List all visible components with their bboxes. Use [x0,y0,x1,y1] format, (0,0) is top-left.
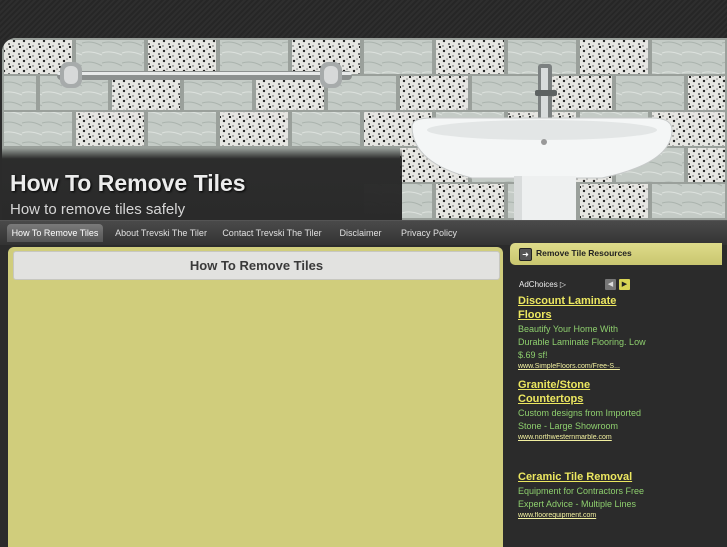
ad-unit: Discount Laminate Floors Beautify Your H… [518,294,648,370]
ad-url-link[interactable]: www.floorequipment.com [518,512,648,519]
adchoices-link[interactable]: AdChoices ▷ [519,280,566,289]
nav-item-about[interactable]: About Trevski The Tiler [110,224,212,242]
ad-description: Custom designs from Imported Stone - Lar… [518,408,642,431]
site-title[interactable]: How To Remove Tiles [10,170,246,197]
adchoices-label: AdChoices [519,280,558,289]
ad-title-link[interactable]: Discount Laminate Floors [518,294,648,322]
page-background [0,0,727,40]
nav-item-contact[interactable]: Contact Trevski The Tiler [219,224,325,242]
ad-url-link[interactable]: www.SimpleFloors.com/Free-S... [518,363,648,370]
ad-unit: Ceramic Tile Removal Equipment for Contr… [518,470,648,519]
ad-prev-button[interactable]: ◀ [605,279,616,290]
ad-unit: Granite/Stone Countertops Custom designs… [518,378,648,441]
nav-item-disclaimer[interactable]: Disclaimer [333,224,388,242]
ad-title-link[interactable]: Ceramic Tile Removal [518,470,648,484]
ad-next-button[interactable]: ▶ [619,279,630,290]
site-tagline: How to remove tiles safely [10,201,186,218]
page-title: How To Remove Tiles [13,251,500,280]
nav-item-privacy-policy[interactable]: Privacy Policy [395,224,463,242]
arrow-right-icon: ➜ [519,248,532,261]
main-navigation: How To Remove Tiles About Trevski The Ti… [0,220,727,245]
sidebar-title: Remove Tile Resources [536,248,632,258]
ad-description: Equipment for Contractors Free Expert Ad… [518,486,645,509]
ad-description: Beautify Your Home With Durable Laminate… [518,324,646,360]
nav-item-how-to-remove-tiles[interactable]: How To Remove Tiles [7,224,103,242]
main-content: How To Remove Tiles [8,247,503,547]
adchoices-play-icon: ▷ [559,280,567,289]
sidebar-header: ➜ Remove Tile Resources [510,243,722,265]
ad-title-link[interactable]: Granite/Stone Countertops [518,378,648,406]
ad-url-link[interactable]: www.northwesternmarble.com [518,434,648,441]
